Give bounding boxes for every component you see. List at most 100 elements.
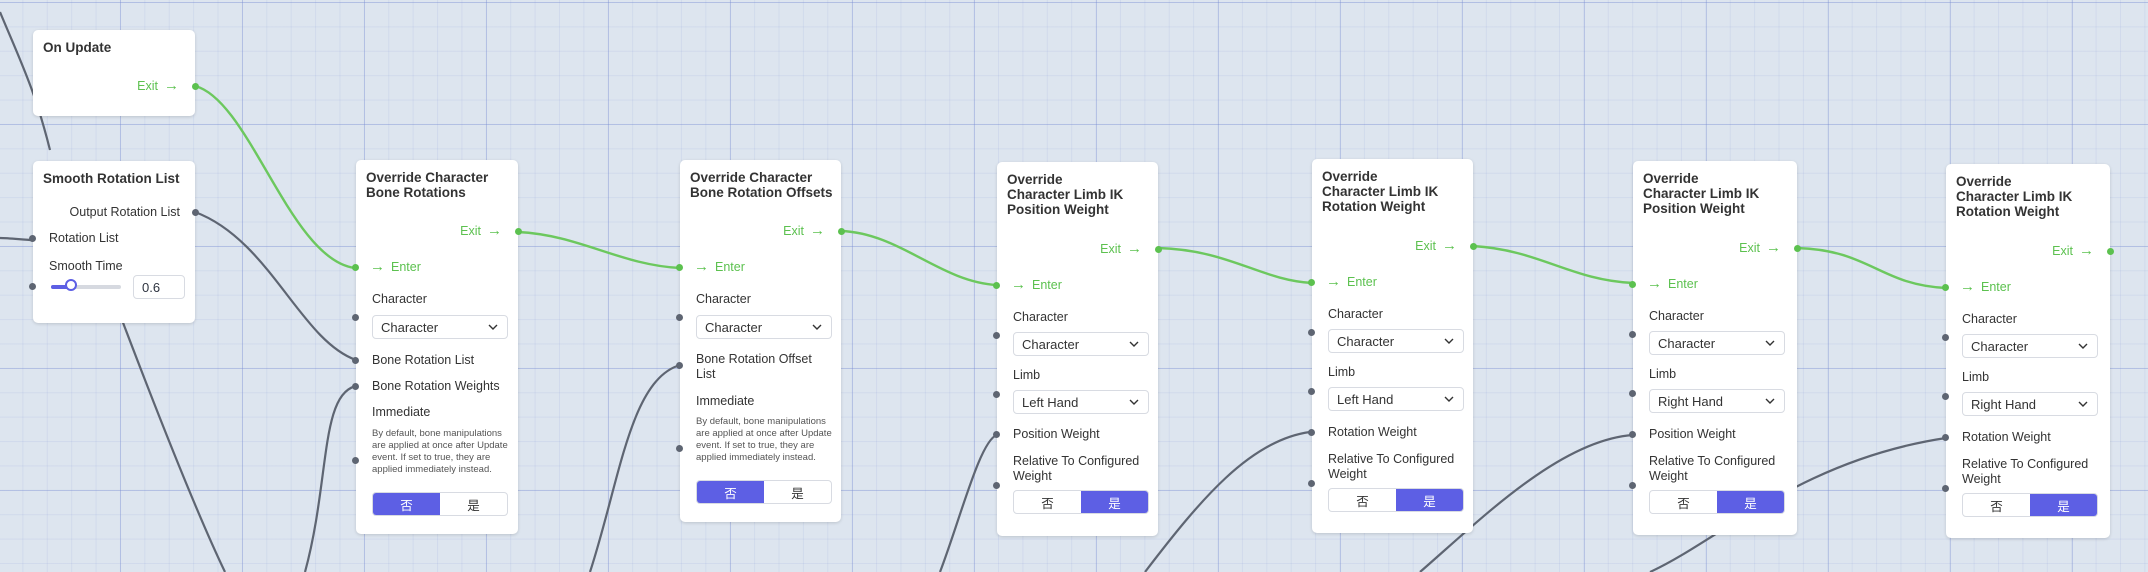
exit-label: Exit [1415,239,1436,253]
input-pin[interactable] [993,482,1000,489]
input-pin[interactable] [1629,482,1636,489]
immediate-label: Immediate [372,405,431,419]
chevron-down-icon [1129,341,1139,347]
relative-toggle[interactable]: 否是 [1013,490,1149,514]
input-pin[interactable] [29,235,36,242]
enter-input: → Enter [1960,279,2011,294]
input-pin[interactable] [1942,485,1949,492]
input-pin[interactable] [1629,390,1636,397]
select-value: Right Hand [1971,396,2037,412]
node-title: On Update [43,40,112,55]
enter-pin[interactable] [993,282,1000,289]
toggle-no[interactable]: 否 [1963,494,2030,516]
override-bone-rotation-offsets-node[interactable]: Override Character Bone Rotation Offsets… [676,160,845,522]
override-limb-ik-position-weight-node[interactable]: Override Character Limb IK Position Weig… [993,162,1162,536]
input-pin[interactable] [993,332,1000,339]
toggle-no[interactable]: 否 [697,481,764,503]
exit-pin[interactable] [2107,248,2114,255]
select-value: Left Hand [1022,394,1079,410]
limb-select[interactable]: Left Hand [1013,390,1149,414]
exit-output: Exit → [1100,240,1142,257]
relative-toggle[interactable]: 否是 [1328,488,1464,512]
input-pin[interactable] [352,357,359,364]
input-pin[interactable] [29,283,36,290]
input-pin[interactable] [352,457,359,464]
override-limb-ik-rotation-weight-node[interactable]: Override Character Limb IK Rotation Weig… [1308,159,1477,533]
enter-label: Enter [715,260,745,274]
character-select[interactable]: Character [1962,334,2098,358]
exit-label: Exit [137,79,158,93]
input-pin[interactable] [1308,388,1315,395]
enter-pin[interactable] [1308,279,1315,286]
input-pin[interactable] [352,383,359,390]
arrow-right-icon: → [1442,237,1457,254]
exit-pin[interactable] [838,228,845,235]
override-limb-ik-rotation-weight-node[interactable]: Override Character Limb IK Rotation Weig… [1942,164,2114,538]
input-pin[interactable] [1942,334,1949,341]
immediate-toggle[interactable]: 否是 [696,480,832,504]
relative-to-configured-weight-label: Relative To Configured Weight [1962,457,2089,486]
input-pin[interactable] [1629,331,1636,338]
character-select[interactable]: Character [372,315,508,339]
input-pin[interactable] [676,314,683,321]
relative-toggle[interactable]: 否是 [1649,490,1785,514]
input-pin[interactable] [1942,393,1949,400]
exit-label: Exit [2052,244,2073,258]
enter-pin[interactable] [1629,281,1636,288]
bone-rotation-list-label: Bone Rotation List [372,353,475,367]
smooth-time-slider[interactable] [51,279,121,291]
immediate-toggle[interactable]: 否是 [372,492,508,516]
character-select[interactable]: Character [1649,331,1785,355]
toggle-no[interactable]: 否 [1329,489,1396,511]
select-value: Character [1658,335,1716,351]
override-bone-rotations-node[interactable]: Override Character Bone Rotations Exit → … [352,160,522,534]
input-pin[interactable] [993,391,1000,398]
toggle-yes[interactable]: 是 [2030,494,2097,516]
input-pin[interactable] [993,431,1000,438]
input-pin[interactable] [1308,329,1315,336]
toggle-no[interactable]: 否 [1014,491,1081,513]
input-pin[interactable] [1629,431,1636,438]
toggle-no[interactable]: 否 [1650,491,1717,513]
select-value: Left Hand [1337,391,1394,407]
exit-pin[interactable] [1470,243,1477,250]
smooth-rotation-list-node[interactable]: Smooth Rotation List Output Rotation Lis… [29,161,199,323]
character-label: Character [372,292,427,306]
on-update-node[interactable]: On Update Exit → [33,30,199,116]
exit-pin[interactable] [1155,246,1162,253]
toggle-yes[interactable]: 是 [1396,489,1463,511]
input-pin[interactable] [1308,429,1315,436]
character-select[interactable]: Character [1328,329,1464,353]
toggle-yes[interactable]: 是 [1717,491,1784,513]
input-pin[interactable] [352,314,359,321]
enter-input: → Enter [1647,276,1698,291]
input-pin[interactable] [676,362,683,369]
enter-pin[interactable] [1942,284,1949,291]
toggle-no[interactable]: 否 [373,493,440,515]
character-select[interactable]: Character [696,315,832,339]
exit-pin[interactable] [192,83,199,90]
smooth-time-input[interactable]: 0.6 [133,275,185,299]
exit-label: Exit [460,224,481,238]
exit-pin[interactable] [1794,245,1801,252]
input-pin[interactable] [1308,480,1315,487]
limb-select[interactable]: Right Hand [1649,389,1785,413]
relative-toggle[interactable]: 否是 [1962,493,2098,517]
input-pin[interactable] [676,445,683,452]
output-pin[interactable] [192,209,199,216]
character-select[interactable]: Character [1013,332,1149,356]
limb-select[interactable]: Left Hand [1328,387,1464,411]
input-pin[interactable] [1942,434,1949,441]
toggle-yes[interactable]: 是 [764,481,831,503]
toggle-yes[interactable]: 是 [1081,491,1148,513]
exit-pin[interactable] [515,228,522,235]
override-limb-ik-position-weight-node[interactable]: Override Character Limb IK Position Weig… [1629,161,1801,535]
enter-pin[interactable] [676,264,683,271]
arrow-right-icon: → [1127,240,1142,257]
character-label: Character [1962,312,2017,326]
enter-pin[interactable] [352,264,359,271]
limb-select[interactable]: Right Hand [1962,392,2098,416]
immediate-description: By default, bone manipulations are appli… [696,416,832,463]
slider-thumb[interactable] [65,279,77,291]
toggle-yes[interactable]: 是 [440,493,507,515]
